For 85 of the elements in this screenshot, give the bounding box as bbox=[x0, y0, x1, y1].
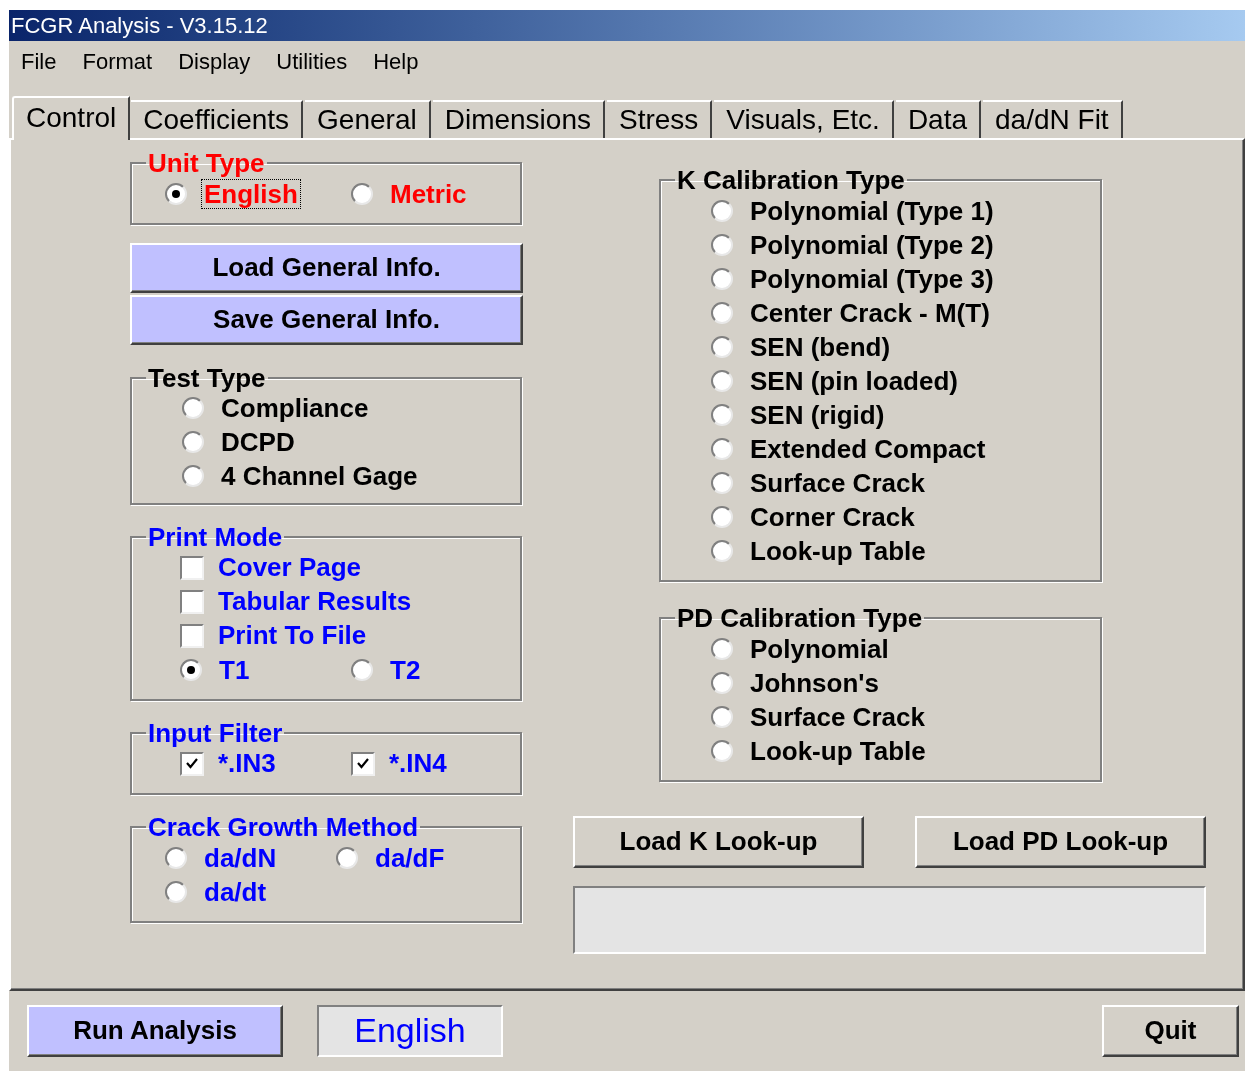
window-title: FCGR Analysis - V3.15.12 bbox=[11, 12, 268, 40]
radio-button[interactable] bbox=[336, 846, 358, 869]
option-label[interactable]: Surface Crack bbox=[747, 701, 928, 732]
group-title: PD Calibration Type bbox=[676, 603, 924, 632]
tab[interactable]: Stress bbox=[606, 99, 713, 138]
option-label[interactable]: Polynomial bbox=[747, 633, 892, 664]
radio-button[interactable] bbox=[711, 233, 733, 256]
group-title: Crack Growth Method bbox=[147, 812, 420, 841]
tab[interactable]: Visuals, Etc. bbox=[714, 99, 894, 138]
option-label[interactable]: SEN (pin loaded) bbox=[747, 365, 961, 396]
tab[interactable]: da/dN Fit bbox=[983, 99, 1123, 138]
option-label[interactable]: SEN (bend) bbox=[747, 331, 894, 362]
units-display: English bbox=[317, 1004, 503, 1057]
radio-button[interactable] bbox=[711, 335, 733, 358]
radio-button[interactable] bbox=[165, 880, 187, 903]
option-label[interactable]: Polynomial (Type 3) bbox=[747, 263, 997, 294]
option-label[interactable]: Compliance bbox=[218, 392, 372, 423]
option-label[interactable]: DCPD bbox=[218, 426, 298, 457]
option-label[interactable]: Polynomial (Type 2) bbox=[747, 229, 997, 260]
radio-button[interactable] bbox=[711, 301, 733, 324]
option-label[interactable]: T1 bbox=[216, 654, 253, 685]
checkbox[interactable] bbox=[351, 751, 375, 776]
tab[interactable]: Coefficients bbox=[131, 99, 304, 138]
radio-button[interactable] bbox=[165, 846, 187, 869]
option-label[interactable]: Look-up Table bbox=[747, 535, 929, 566]
radio-button[interactable] bbox=[165, 182, 187, 205]
radio-button[interactable] bbox=[711, 471, 733, 494]
menu-item[interactable]: Display bbox=[178, 45, 251, 79]
group-title: Input Filter bbox=[147, 718, 284, 747]
option-label[interactable]: Corner Crack bbox=[747, 501, 918, 532]
option-label[interactable]: da/dN bbox=[201, 842, 280, 873]
radio-button[interactable] bbox=[711, 671, 733, 694]
radio-button[interactable] bbox=[180, 658, 202, 681]
tab[interactable]: Dimensions bbox=[432, 99, 605, 138]
menu-item[interactable]: Format bbox=[82, 45, 153, 79]
tab[interactable]: Control bbox=[12, 95, 131, 140]
radio-button[interactable] bbox=[711, 739, 733, 762]
option-label[interactable]: da/dF bbox=[372, 842, 448, 873]
option-label[interactable]: SEN (rigid) bbox=[747, 399, 888, 430]
radio-button[interactable] bbox=[711, 539, 733, 562]
option-label[interactable]: Center Crack - M(T) bbox=[747, 297, 993, 328]
quit-button[interactable]: Quit bbox=[1102, 1004, 1239, 1057]
menu-item[interactable]: Utilities bbox=[276, 45, 348, 79]
radio-button[interactable] bbox=[351, 658, 373, 681]
option-label[interactable]: Extended Compact bbox=[747, 433, 989, 464]
radio-button[interactable] bbox=[182, 430, 204, 453]
option-label[interactable]: da/dt bbox=[201, 876, 270, 907]
radio-button[interactable] bbox=[711, 705, 733, 728]
menu-item[interactable]: Help bbox=[373, 45, 419, 79]
checkmark-icon bbox=[357, 758, 369, 770]
radio-button[interactable] bbox=[182, 464, 204, 487]
radio-button[interactable] bbox=[711, 505, 733, 528]
run-analysis-button[interactable]: Run Analysis bbox=[27, 1004, 283, 1057]
group-title: Unit Type bbox=[147, 148, 266, 177]
radio-button[interactable] bbox=[711, 267, 733, 290]
checkbox[interactable] bbox=[180, 555, 204, 580]
option-label[interactable]: *.IN3 bbox=[218, 744, 276, 784]
lookup-button[interactable]: Load K Look-up bbox=[573, 815, 864, 868]
option-label[interactable]: Look-up Table bbox=[747, 735, 929, 766]
option-label[interactable]: Johnson's bbox=[747, 667, 882, 698]
option-label[interactable]: Polynomial (Type 1) bbox=[747, 195, 997, 226]
group-title: K Calibration Type bbox=[676, 165, 906, 194]
lookup-button[interactable]: Load PD Look-up bbox=[915, 815, 1206, 868]
general-info-button[interactable]: Save General Info. bbox=[130, 294, 523, 345]
radio-button[interactable] bbox=[711, 637, 733, 660]
option-label[interactable]: 4 Channel Gage bbox=[218, 460, 421, 491]
menu-item[interactable]: File bbox=[21, 45, 57, 79]
checkmark-icon bbox=[186, 758, 198, 770]
checkbox[interactable] bbox=[180, 623, 204, 648]
radio-button[interactable] bbox=[351, 182, 373, 205]
checkbox[interactable] bbox=[180, 589, 204, 614]
radio-button[interactable] bbox=[711, 403, 733, 426]
radio-button[interactable] bbox=[711, 369, 733, 392]
tab[interactable]: Data bbox=[895, 99, 982, 138]
general-info-button[interactable]: Load General Info. bbox=[130, 242, 523, 293]
checkbox[interactable] bbox=[180, 751, 204, 776]
option-label[interactable]: T2 bbox=[387, 654, 424, 685]
group-title: Print Mode bbox=[147, 522, 284, 551]
radio-button[interactable] bbox=[182, 396, 204, 419]
group-title: Test Type bbox=[147, 363, 267, 392]
option-label[interactable]: *.IN4 bbox=[389, 744, 447, 784]
tab[interactable]: General bbox=[305, 99, 431, 138]
radio-button[interactable] bbox=[711, 437, 733, 460]
radio-button[interactable] bbox=[711, 199, 733, 222]
option-label[interactable]: Surface Crack bbox=[747, 467, 928, 498]
